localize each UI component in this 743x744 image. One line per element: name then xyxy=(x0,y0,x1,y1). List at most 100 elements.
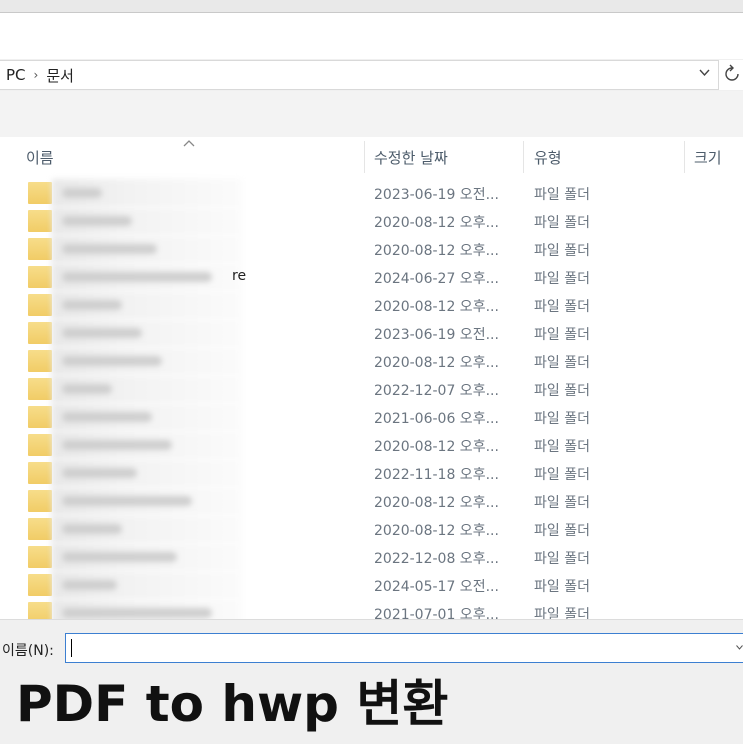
address-bar[interactable]: PC › 문서 xyxy=(0,60,719,90)
file-type: 파일 폴더 xyxy=(534,383,590,399)
blurred-name xyxy=(52,179,242,207)
blurred-name xyxy=(52,599,242,619)
file-date: 2020-08-12 오후... xyxy=(374,299,499,315)
folder-icon xyxy=(28,210,52,232)
table-row[interactable]: 2021-06-06 오후... 파일 폴더 xyxy=(0,403,743,431)
filename-input[interactable] xyxy=(65,633,743,663)
file-type: 파일 폴더 xyxy=(534,187,590,203)
file-type: 파일 폴더 xyxy=(534,271,590,287)
file-date: 2021-06-06 오후... xyxy=(374,411,499,427)
folder-icon xyxy=(28,238,52,260)
file-type: 파일 폴더 xyxy=(534,299,590,315)
blur-smudge xyxy=(62,328,142,338)
file-name: re xyxy=(232,268,247,284)
blur-smudge xyxy=(62,608,212,618)
folder-icon xyxy=(28,182,52,204)
column-divider[interactable] xyxy=(684,141,685,173)
column-size[interactable]: 크기 xyxy=(694,147,722,168)
folder-icon xyxy=(28,490,52,512)
blurred-name xyxy=(52,207,242,235)
text-caret xyxy=(71,639,72,657)
folder-icon xyxy=(28,294,52,316)
column-name[interactable]: 이름 xyxy=(26,147,54,168)
window-top-border xyxy=(0,0,743,13)
file-date: 2021-07-01 오후... xyxy=(374,607,499,619)
chevron-down-icon[interactable] xyxy=(736,643,743,653)
table-row[interactable]: 2020-08-12 오후... 파일 폴더 xyxy=(0,207,743,235)
folder-icon xyxy=(28,406,52,428)
blurred-name xyxy=(52,375,242,403)
blur-smudge xyxy=(62,216,132,226)
blurred-name xyxy=(52,487,242,515)
blur-smudge xyxy=(62,440,172,450)
folder-icon xyxy=(28,350,52,372)
file-date: 2022-11-18 오후... xyxy=(374,467,499,483)
table-row[interactable]: 2023-06-19 오전... 파일 폴더 xyxy=(0,319,743,347)
blur-smudge xyxy=(62,468,137,478)
column-type[interactable]: 유형 xyxy=(534,147,562,168)
blur-smudge xyxy=(62,552,177,562)
table-row[interactable]: 2020-08-12 오후... 파일 폴더 xyxy=(0,235,743,263)
column-date-modified[interactable]: 수정한 날짜 xyxy=(374,147,448,168)
file-type: 파일 폴더 xyxy=(534,607,590,619)
file-date: 2020-08-12 오후... xyxy=(374,243,499,259)
blur-smudge xyxy=(62,272,212,282)
file-type: 파일 폴더 xyxy=(534,215,590,231)
breadcrumb-documents[interactable]: 문서 xyxy=(46,65,74,86)
file-type: 파일 폴더 xyxy=(534,495,590,511)
file-type: 파일 폴더 xyxy=(534,467,590,483)
blurred-name xyxy=(52,515,242,543)
column-divider[interactable] xyxy=(523,141,524,173)
filename-label: 이름(N): xyxy=(2,643,54,659)
breadcrumb-separator: › xyxy=(33,68,39,82)
file-type: 파일 폴더 xyxy=(534,523,590,539)
blurred-name xyxy=(52,291,242,319)
blurred-name xyxy=(52,263,242,291)
file-type: 파일 폴더 xyxy=(534,411,590,427)
file-date: 2024-05-17 오전... xyxy=(374,579,499,595)
folder-icon xyxy=(28,546,52,568)
file-date: 2022-12-08 오후... xyxy=(374,551,499,567)
folder-icon xyxy=(28,574,52,596)
dialog-header-area xyxy=(0,13,743,59)
table-row[interactable]: 2022-12-07 오후... 파일 폴더 xyxy=(0,375,743,403)
chevron-down-icon[interactable] xyxy=(699,66,710,81)
blur-smudge xyxy=(62,356,162,366)
table-row[interactable]: 2020-08-12 오후... 파일 폴더 xyxy=(0,291,743,319)
blurred-name xyxy=(52,319,242,347)
table-row[interactable]: 2023-06-19 오전... 파일 폴더 xyxy=(0,179,743,207)
blur-smudge xyxy=(62,412,152,422)
table-row[interactable]: re 2024-06-27 오후... 파일 폴더 xyxy=(0,263,743,291)
refresh-icon[interactable] xyxy=(724,64,740,86)
file-type: 파일 폴더 xyxy=(534,327,590,343)
file-date: 2020-08-12 오후... xyxy=(374,523,499,539)
file-type: 파일 폴더 xyxy=(534,579,590,595)
table-row[interactable]: 2022-12-08 오후... 파일 폴더 xyxy=(0,543,743,571)
table-row[interactable]: 2020-08-12 오후... 파일 폴더 xyxy=(0,431,743,459)
folder-icon xyxy=(28,434,52,456)
table-row[interactable]: 2020-08-12 오후... 파일 폴더 xyxy=(0,515,743,543)
folder-icon xyxy=(28,266,52,288)
table-row[interactable]: 2024-05-17 오전... 파일 폴더 xyxy=(0,571,743,599)
blurred-name xyxy=(52,543,242,571)
file-date: 2023-06-19 오전... xyxy=(374,327,499,343)
command-toolbar xyxy=(0,91,743,137)
column-divider[interactable] xyxy=(364,141,365,173)
folder-icon xyxy=(28,322,52,344)
blurred-name xyxy=(52,459,242,487)
blur-smudge xyxy=(62,496,192,506)
blur-smudge xyxy=(62,524,122,534)
table-row[interactable]: 2021-07-01 오후... 파일 폴더 xyxy=(0,599,743,619)
table-row[interactable]: 2022-11-18 오후... 파일 폴더 xyxy=(0,459,743,487)
breadcrumb-pc[interactable]: PC xyxy=(6,66,26,84)
sort-ascending-icon xyxy=(183,137,195,151)
blur-smudge xyxy=(62,580,117,590)
file-type: 파일 폴더 xyxy=(534,355,590,371)
blurred-name xyxy=(52,347,242,375)
table-row[interactable]: 2020-08-12 오후... 파일 폴더 xyxy=(0,487,743,515)
file-date: 2020-08-12 오후... xyxy=(374,355,499,371)
folder-icon xyxy=(28,462,52,484)
table-row[interactable]: 2020-08-12 오후... 파일 폴더 xyxy=(0,347,743,375)
column-header-row: 이름 수정한 날짜 유형 크기 xyxy=(0,137,743,175)
file-save-dialog: PC › 문서 이름 수정한 날짜 유형 크기 2023-06-19 오전...… xyxy=(0,0,743,744)
